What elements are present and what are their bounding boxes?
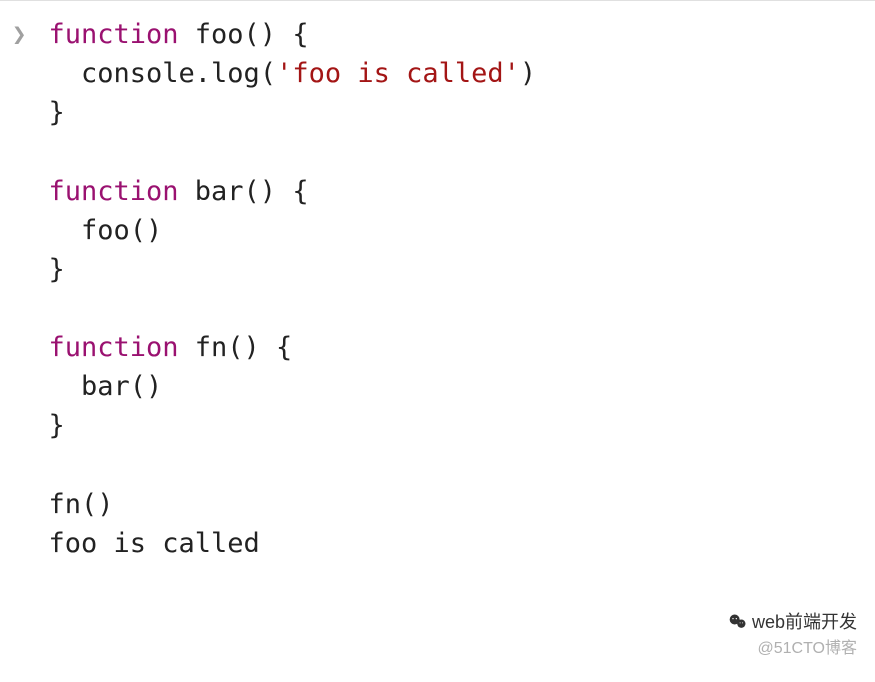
code-text bbox=[179, 332, 195, 363]
code-call: foo() bbox=[81, 215, 162, 246]
code-indent bbox=[48, 215, 81, 246]
code-text: ( bbox=[260, 58, 276, 89]
keyword-function: function bbox=[48, 176, 178, 207]
code-string: 'foo is called' bbox=[276, 58, 520, 89]
code-brace: { bbox=[276, 176, 309, 207]
function-name-fn: fn bbox=[195, 332, 228, 363]
console-input-row: ❯ function foo() { console.log('foo is c… bbox=[0, 0, 875, 577]
code-text: () bbox=[227, 332, 260, 363]
code-brace: { bbox=[276, 19, 309, 50]
code-text bbox=[179, 19, 195, 50]
wechat-icon bbox=[728, 612, 748, 632]
keyword-function: function bbox=[48, 332, 178, 363]
watermark-bottom-text: @51CTO博客 bbox=[728, 637, 857, 660]
keyword-function: function bbox=[48, 19, 178, 50]
prompt-arrow-icon: ❯ bbox=[12, 15, 26, 563]
console-output: foo is called bbox=[48, 528, 259, 559]
code-text: ) bbox=[520, 58, 536, 89]
code-call-fn: fn() bbox=[48, 489, 113, 520]
code-brace: { bbox=[260, 332, 293, 363]
code-brace: } bbox=[48, 410, 64, 441]
code-text: . bbox=[195, 58, 211, 89]
watermark: web前端开发 @51CTO博客 bbox=[728, 609, 857, 660]
code-text: () bbox=[244, 176, 277, 207]
code-block[interactable]: function foo() { console.log('foo is cal… bbox=[48, 15, 863, 563]
code-indent bbox=[48, 58, 81, 89]
code-indent bbox=[48, 371, 81, 402]
watermark-top-line: web前端开发 bbox=[728, 609, 857, 635]
code-text bbox=[179, 176, 195, 207]
watermark-top-text: web前端开发 bbox=[752, 609, 857, 635]
code-brace: } bbox=[48, 97, 64, 128]
code-text: log bbox=[211, 58, 260, 89]
code-call: bar() bbox=[81, 371, 162, 402]
function-name-foo: foo bbox=[195, 19, 244, 50]
code-text: () bbox=[244, 19, 277, 50]
code-brace: } bbox=[48, 254, 64, 285]
function-name-bar: bar bbox=[195, 176, 244, 207]
code-text: console bbox=[81, 58, 195, 89]
